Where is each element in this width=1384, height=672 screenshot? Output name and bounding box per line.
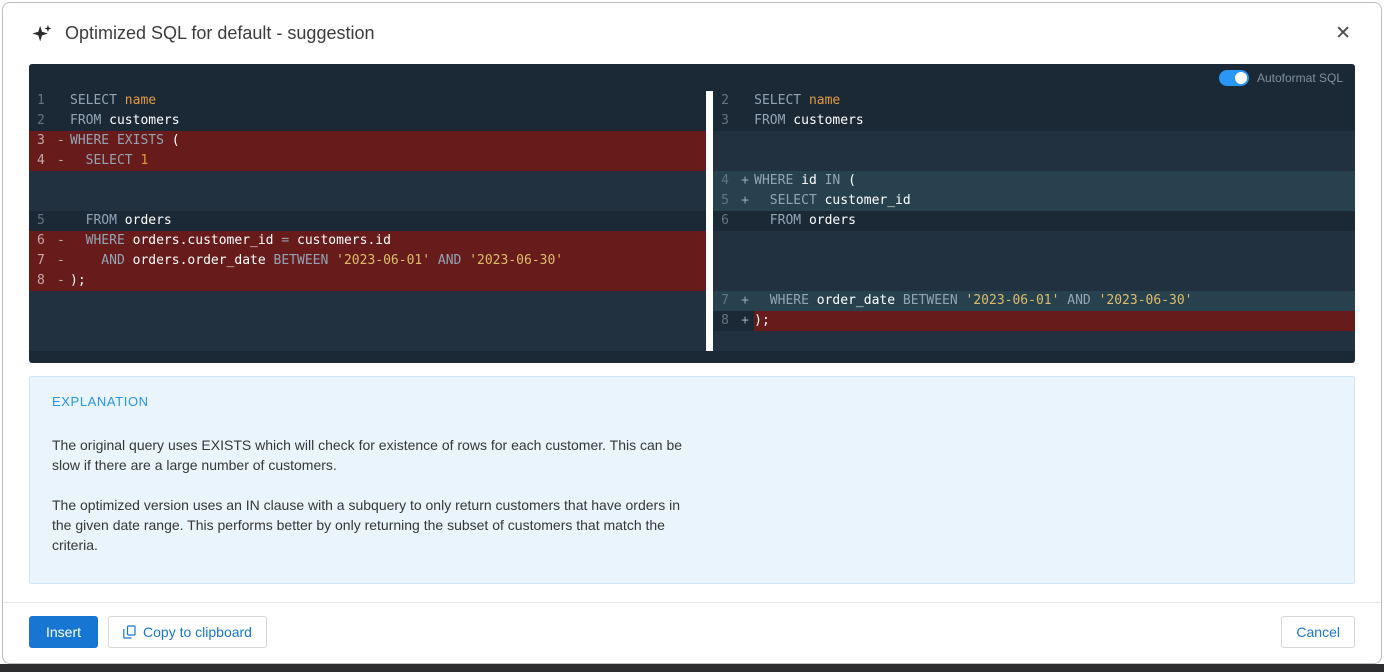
dialog-footer: Insert Copy to clipboard Cancel xyxy=(3,602,1381,663)
explanation-heading: EXPLANATION xyxy=(52,394,1332,409)
ai-sparkle-icon xyxy=(31,23,53,45)
cancel-button[interactable]: Cancel xyxy=(1281,616,1355,648)
sql-diff-viewer: Autoformat SQL 1SELECT name2FROM custome… xyxy=(29,64,1355,363)
diff-line: 1SELECT name xyxy=(29,91,706,111)
diff-line xyxy=(713,231,1355,251)
diff-line xyxy=(713,331,1355,351)
original-sql-pane: 1SELECT name2FROM customers3-WHERE EXIST… xyxy=(29,91,706,351)
diff-line: 8+); xyxy=(713,311,1355,331)
diff-line: 2SELECT name xyxy=(713,91,1355,111)
diff-line: 6- WHERE orders.customer_id = customers.… xyxy=(29,231,706,251)
autoformat-label: Autoformat SQL xyxy=(1257,71,1343,85)
diff-line: 3FROM customers xyxy=(713,111,1355,131)
copy-to-clipboard-button[interactable]: Copy to clipboard xyxy=(108,616,267,648)
diff-line xyxy=(713,131,1355,151)
autoformat-toggle[interactable] xyxy=(1219,70,1249,86)
diff-line: 7- AND orders.order_date BETWEEN '2023-0… xyxy=(29,251,706,271)
diff-line xyxy=(29,311,706,331)
copy-button-label: Copy to clipboard xyxy=(143,624,252,640)
insert-button[interactable]: Insert xyxy=(29,616,98,648)
diff-toolbar: Autoformat SQL xyxy=(29,64,1355,91)
background-app-strip xyxy=(0,664,1384,672)
diff-body: 1SELECT name2FROM customers3-WHERE EXIST… xyxy=(29,91,1355,363)
diff-line: 2FROM customers xyxy=(29,111,706,131)
toggle-knob xyxy=(1235,72,1247,84)
diff-line xyxy=(29,171,706,191)
diff-line xyxy=(29,291,706,311)
diff-line: 7+ WHERE order_date BETWEEN '2023-06-01'… xyxy=(713,291,1355,311)
diff-line xyxy=(713,271,1355,291)
diff-line: 4- SELECT 1 xyxy=(29,151,706,171)
explanation-paragraph: The original query uses EXISTS which wil… xyxy=(52,435,700,475)
dialog-header: Optimized SQL for default - suggestion ✕ xyxy=(3,3,1381,60)
diff-line xyxy=(713,151,1355,171)
diff-line: 8-); xyxy=(29,271,706,291)
diff-line: 5 FROM orders xyxy=(29,211,706,231)
diff-line xyxy=(713,251,1355,271)
optimized-sql-dialog: Optimized SQL for default - suggestion ✕… xyxy=(2,2,1382,664)
optimized-sql-pane: 2SELECT name3FROM customers 4+WHERE id IN… xyxy=(713,91,1355,351)
copy-icon xyxy=(123,625,136,639)
pane-divider xyxy=(706,91,713,351)
dialog-title: Optimized SQL for default - suggestion xyxy=(65,23,375,44)
diff-line: 3-WHERE EXISTS ( xyxy=(29,131,706,151)
diff-line: 5+ SELECT customer_id xyxy=(713,191,1355,211)
diff-line xyxy=(29,331,706,351)
explanation-panel: EXPLANATION The original query uses EXIS… xyxy=(29,376,1355,584)
diff-line: 6 FROM orders xyxy=(713,211,1355,231)
diff-line: 4+WHERE id IN ( xyxy=(713,171,1355,191)
close-icon[interactable]: ✕ xyxy=(1331,22,1355,45)
diff-line xyxy=(29,191,706,211)
explanation-paragraph: The optimized version uses an IN clause … xyxy=(52,495,700,555)
